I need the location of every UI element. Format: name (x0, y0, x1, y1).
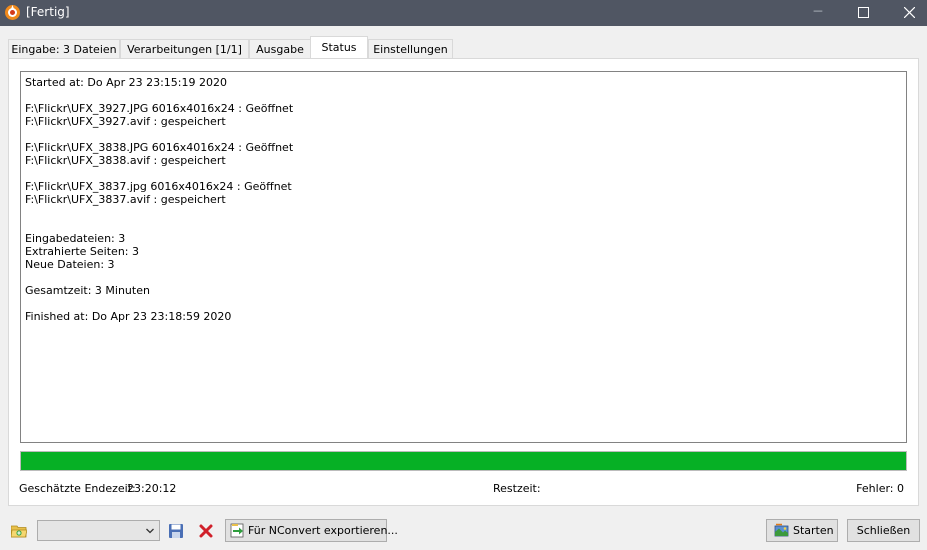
close-icon (903, 6, 915, 19)
tab-status[interactable]: Status (310, 36, 368, 59)
save-icon[interactable] (168, 523, 184, 539)
maximize-icon (857, 7, 869, 18)
eta-label: Geschätzte Endezeit: (19, 482, 136, 495)
tab-einstellungen[interactable]: Einstellungen (368, 39, 453, 59)
minimize-button[interactable]: ─ (795, 0, 841, 26)
start-label: Starten (793, 524, 834, 537)
status-log[interactable]: Started at: Do Apr 23 23:15:19 2020 F:\F… (20, 71, 907, 443)
delete-icon[interactable] (198, 523, 214, 539)
window-title: [Fertig] (26, 5, 70, 19)
export-icon (230, 523, 244, 538)
app-icon[interactable] (4, 4, 21, 21)
export-label: Für NConvert exportieren... (248, 524, 398, 537)
close-window-button[interactable] (886, 0, 927, 26)
maximize-button[interactable] (840, 0, 886, 26)
title-bar: [Fertig] ─ (0, 0, 927, 26)
start-button[interactable]: Starten (766, 519, 838, 542)
settings-combo[interactable] (37, 520, 160, 541)
status-panel: Started at: Do Apr 23 23:15:19 2020 F:\F… (8, 58, 919, 506)
open-folder-icon[interactable] (11, 524, 27, 538)
error-count: Fehler: 0 (856, 482, 904, 495)
bottom-toolbar: Für NConvert exportieren... Starten Schl… (0, 514, 927, 550)
start-icon (774, 523, 789, 537)
progress-bar-fill (21, 452, 906, 470)
remaining-time-label: Restzeit: (493, 482, 541, 495)
close-label: Schließen (856, 524, 911, 537)
tab-ausgabe[interactable]: Ausgabe (249, 39, 311, 59)
export-nconvert-button[interactable]: Für NConvert exportieren... (225, 519, 398, 542)
tab-verarbeitungen[interactable]: Verarbeitungen [1/1] (120, 39, 249, 59)
progress-bar (20, 451, 907, 471)
close-button[interactable]: Schließen (847, 519, 920, 542)
eta-value: 23:20:12 (127, 482, 177, 495)
chevron-down-icon (146, 528, 154, 534)
tab-eingabe[interactable]: Eingabe: 3 Dateien (8, 39, 120, 59)
